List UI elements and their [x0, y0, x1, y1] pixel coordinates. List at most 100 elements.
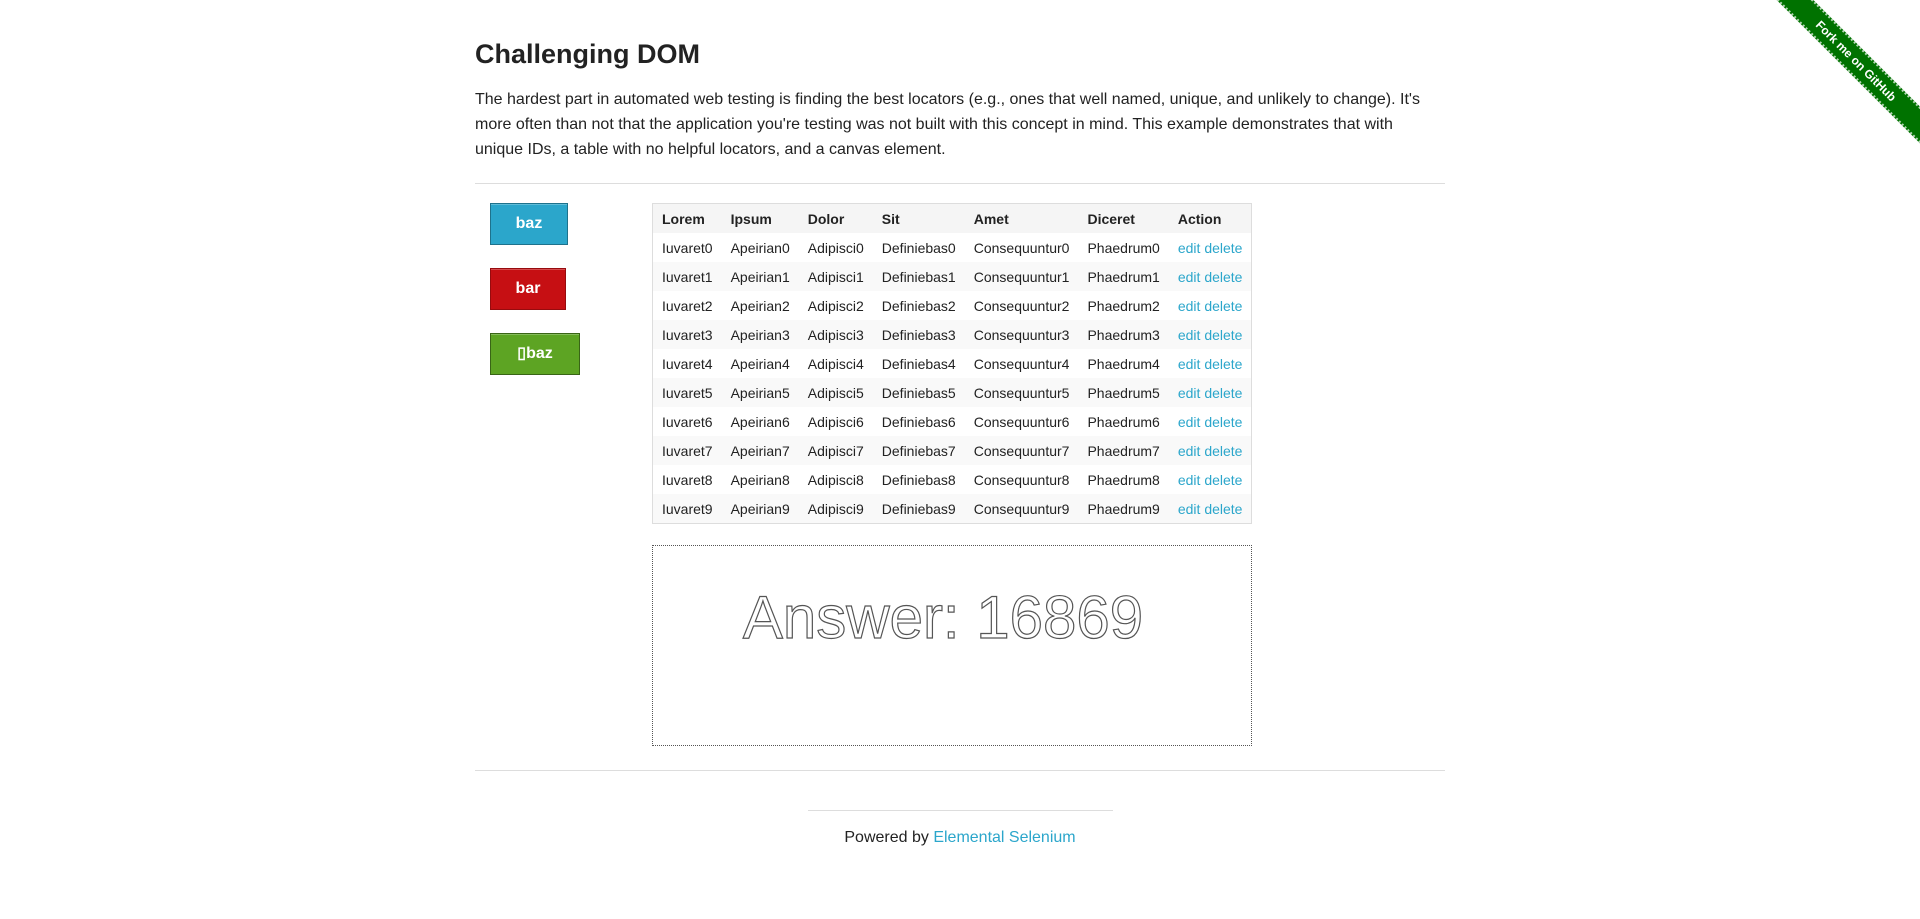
table-cell: Consequuntur5: [973, 384, 1070, 401]
edit-link[interactable]: edit: [1178, 327, 1201, 343]
footer-prefix: Powered by: [844, 829, 934, 846]
table-cell: Definiebas7: [881, 442, 956, 459]
delete-link[interactable]: delete: [1204, 298, 1242, 314]
table-cell: Consequuntur6: [973, 413, 1070, 430]
button-label: baz: [515, 215, 543, 232]
table-row: Iuvaret4 Apeirian4 Adipisci4 Definiebas4 Con…: [653, 349, 1251, 378]
table-cell: Adipisci7: [807, 442, 864, 459]
table-cell: Consequuntur9: [973, 500, 1070, 517]
table-header-row: Lorem Ipsum Dolor Sit Amet Diceret Actio…: [653, 204, 1252, 233]
table-row: Iuvaret0 Apeirian0 Adipisci0 Definiebas0 Con…: [653, 233, 1251, 262]
table-cell: Apeirian6: [730, 413, 790, 430]
table-cell: Consequuntur2: [973, 297, 1070, 314]
table-cell: Adipisci3: [807, 326, 864, 343]
table-cell: Iuvaret0: [662, 239, 713, 256]
table-cell: Adipisci4: [807, 355, 864, 372]
button-label: baz: [526, 345, 553, 362]
table-cell: Apeirian8: [730, 471, 790, 488]
table-action-cell: edit delete: [1169, 465, 1252, 494]
baz-button-green[interactable]: ▯baz: [490, 333, 580, 375]
table-cell: Consequuntur1: [973, 268, 1070, 285]
edit-link[interactable]: edit: [1178, 298, 1201, 314]
delete-link[interactable]: delete: [1204, 356, 1242, 372]
delete-link[interactable]: delete: [1204, 327, 1242, 343]
table-cell: Definiebas6: [881, 413, 956, 430]
data-table-container: Lorem Ipsum Dolor Sit Amet Diceret Actio…: [652, 203, 1252, 524]
table-cell: Iuvaret8: [662, 471, 713, 488]
table-cell: Definiebas8: [881, 471, 956, 488]
column-header-sit: Sit: [881, 210, 900, 227]
column-header-amet: Amet: [973, 210, 1009, 227]
table-cell: Phaedrum3: [1087, 326, 1160, 343]
table-action-cell: edit delete: [1169, 378, 1252, 407]
table-cell: Adipisci9: [807, 500, 864, 517]
table-cell: Phaedrum9: [1087, 500, 1160, 517]
table-action-cell: edit delete: [1169, 494, 1252, 523]
footer-divider: [808, 810, 1113, 811]
column-header-ipsum: Ipsum: [730, 210, 772, 227]
table-cell: Iuvaret6: [662, 413, 713, 430]
table-cell: Definiebas5: [881, 384, 956, 401]
delete-link[interactable]: delete: [1204, 414, 1242, 430]
table-cell: Iuvaret3: [662, 326, 713, 343]
table-cell: Phaedrum0: [1087, 239, 1160, 256]
table-cell: Apeirian2: [730, 297, 790, 314]
table-cell: Adipisci1: [807, 268, 864, 285]
table-cell: Apeirian3: [730, 326, 790, 343]
table-cell: Consequuntur3: [973, 326, 1070, 343]
table-row: Iuvaret9 Apeirian9 Adipisci9 Definiebas9 Con…: [653, 494, 1252, 523]
table-cell: Consequuntur8: [973, 471, 1070, 488]
data-table: Lorem Ipsum Dolor Sit Amet Diceret Actio…: [653, 204, 1252, 523]
table-action-cell: edit delete: [1169, 436, 1252, 465]
delete-link[interactable]: delete: [1204, 385, 1242, 401]
edit-link[interactable]: edit: [1178, 240, 1201, 256]
column-header-dolor: Dolor: [807, 210, 845, 227]
delete-link[interactable]: delete: [1204, 472, 1242, 488]
table-cell: Apeirian4: [730, 355, 790, 372]
table-action-cell: edit delete: [1169, 233, 1252, 262]
edit-link[interactable]: edit: [1178, 472, 1201, 488]
table-cell: Apeirian9: [730, 500, 790, 517]
table-cell: Apeirian1: [730, 268, 790, 285]
table-cell: Definiebas9: [881, 500, 956, 517]
table-action-cell: edit delete: [1169, 262, 1252, 291]
table-cell: Adipisci5: [807, 384, 864, 401]
table-cell: Adipisci0: [807, 239, 864, 256]
table-cell: Apeirian0: [730, 239, 790, 256]
table-cell: Consequuntur7: [973, 442, 1070, 459]
edit-link[interactable]: edit: [1178, 414, 1201, 430]
table-cell: Phaedrum7: [1087, 442, 1160, 459]
table-cell: Iuvaret4: [662, 355, 713, 372]
table-cell: Adipisci8: [807, 471, 864, 488]
intro-paragraph: The hardest part in automated web testin…: [475, 91, 1420, 158]
delete-link[interactable]: delete: [1204, 269, 1242, 285]
elemental-selenium-link[interactable]: Elemental Selenium: [933, 829, 1075, 846]
table-row: Iuvaret6 Apeirian6 Adipisci6 Definiebas6 Con…: [653, 407, 1251, 436]
canvas-answer-text: Answer: 16869: [743, 584, 1143, 651]
edit-link[interactable]: edit: [1178, 501, 1201, 517]
table-cell: Iuvaret2: [662, 297, 713, 314]
table-action-cell: edit delete: [1169, 407, 1252, 436]
delete-link[interactable]: delete: [1204, 443, 1242, 459]
delete-link[interactable]: delete: [1204, 501, 1242, 517]
table-row: Iuvaret5 Apeirian5 Adipisci5 Definiebas5 Con…: [653, 378, 1252, 407]
unknown-glyph-icon: ▯: [517, 345, 527, 362]
table-action-cell: edit delete: [1169, 320, 1252, 349]
table-cell: Apeirian7: [730, 442, 790, 459]
baz-button-blue[interactable]: baz: [490, 203, 568, 245]
fork-me-ribbon[interactable]: Fork me on GitHub: [1771, 0, 1920, 148]
column-header-action: Action: [1177, 210, 1222, 227]
table-cell: Adipisci2: [807, 297, 864, 314]
table-cell: Phaedrum8: [1087, 471, 1160, 488]
edit-link[interactable]: edit: [1178, 356, 1201, 372]
table-row: Iuvaret2 Apeirian2 Adipisci2 Definiebas2 Con…: [653, 291, 1251, 320]
edit-link[interactable]: edit: [1178, 269, 1201, 285]
bar-button-red[interactable]: bar: [490, 268, 566, 310]
table-cell: Consequuntur0: [973, 239, 1070, 256]
edit-link[interactable]: edit: [1178, 443, 1201, 459]
button-label: bar: [515, 280, 541, 297]
table-cell: Consequuntur4: [973, 355, 1070, 372]
edit-link[interactable]: edit: [1178, 385, 1201, 401]
divider-top: [475, 183, 1445, 184]
delete-link[interactable]: delete: [1204, 240, 1242, 256]
